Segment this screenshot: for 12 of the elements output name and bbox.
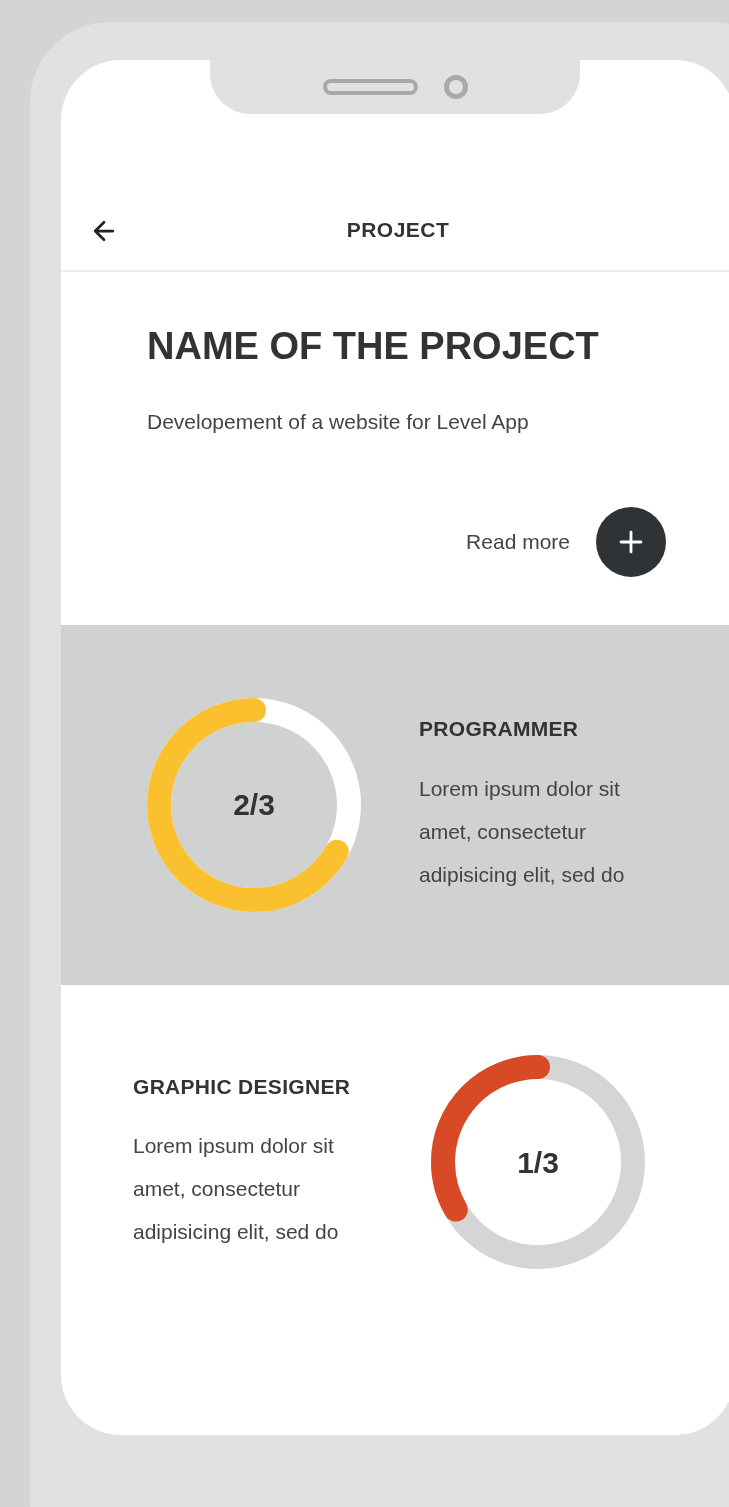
speaker-icon <box>322 79 418 95</box>
role-title: PROGRAMMER <box>419 716 580 743</box>
role-description: Lorem ipsum dolor sit amet, consectetur adipisicing elit, sed do <box>133 1133 340 1246</box>
header-title: PROJECT <box>346 217 450 244</box>
read-more-link[interactable]: Read more <box>466 525 570 558</box>
project-description: Developement of a website for Level App <box>147 409 530 435</box>
progress-count: 1/3 <box>517 1144 559 1181</box>
role-description: Lorem ipsum dolor sit amet, consectetur adipisicing elit, sed do <box>419 775 626 888</box>
project-title: NAME OF THE PROJECT <box>147 324 600 369</box>
camera-icon <box>443 75 468 99</box>
progress-count: 2/3 <box>233 787 275 823</box>
role-title: GRAPHIC DESIGNER <box>133 1073 352 1100</box>
